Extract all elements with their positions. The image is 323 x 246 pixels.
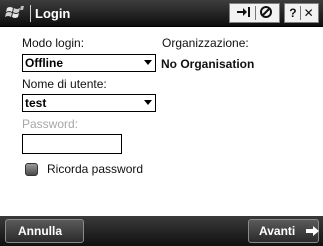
username-dropdown[interactable]: test	[22, 94, 156, 112]
title-bar: Login ? ✕	[0, 0, 323, 27]
chevron-down-icon	[144, 60, 152, 65]
connectivity-icon[interactable]	[236, 6, 252, 21]
next-button-label: Avanti	[259, 224, 296, 238]
next-button[interactable]: Avanti	[248, 219, 320, 243]
system-buttons[interactable]: ? ✕	[284, 3, 319, 23]
organization-label: Organizzazione:	[162, 36, 249, 50]
windows-flag-icon[interactable]	[4, 3, 26, 23]
cancel-button[interactable]: Annulla	[5, 219, 84, 243]
title-separator	[30, 5, 31, 22]
window-title: Login	[35, 6, 71, 21]
close-icon[interactable]: ✕	[304, 6, 314, 20]
remember-password-label[interactable]: Ricorda password	[47, 162, 143, 176]
system-divider	[299, 6, 301, 20]
login-mode-value: Offline	[25, 56, 63, 70]
username-label: Nome di utente:	[22, 77, 107, 91]
help-icon[interactable]: ?	[289, 6, 296, 20]
password-field[interactable]	[22, 134, 122, 154]
cancel-button-label: Annulla	[18, 224, 62, 238]
volume-icon[interactable]	[259, 5, 273, 22]
arrow-right-icon	[305, 225, 320, 237]
organization-value: No Organisation	[161, 57, 255, 71]
password-label: Password:	[22, 117, 79, 131]
username-value: test	[25, 96, 47, 110]
remember-password-checkbox[interactable]	[25, 163, 38, 176]
login-mode-dropdown[interactable]: Offline	[22, 54, 156, 72]
chevron-down-icon	[144, 100, 152, 105]
status-icons-button[interactable]	[229, 3, 280, 23]
login-mode-label: Modo login:	[22, 36, 85, 50]
status-divider	[255, 6, 256, 20]
